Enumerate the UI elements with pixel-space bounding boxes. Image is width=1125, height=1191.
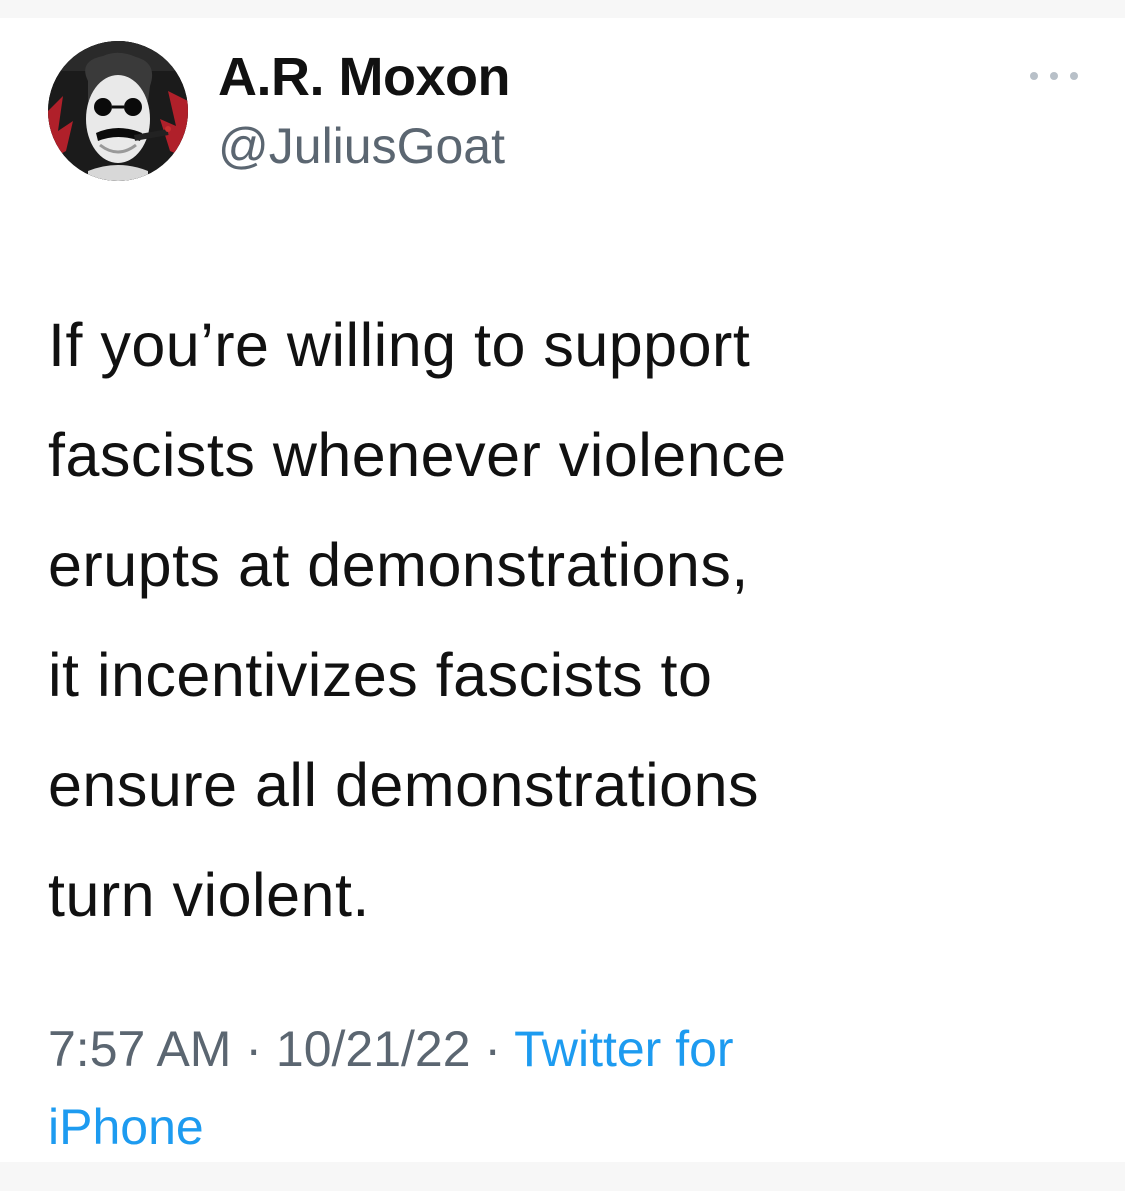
source-link-part1[interactable]: Twitter for <box>514 1021 733 1077</box>
display-name[interactable]: A.R. Moxon <box>218 46 510 108</box>
meta-separator: · <box>231 1021 276 1077</box>
tweet-meta: 7:57 AM · 10/21/22 · Twitter for iPhone <box>48 1010 1048 1166</box>
more-horizontal-icon[interactable] <box>1030 66 1078 86</box>
meta-separator: · <box>470 1021 515 1077</box>
tweet-text: If you’re willing to support fascists wh… <box>48 311 787 929</box>
tweet-time[interactable]: 7:57 AM <box>48 1021 231 1077</box>
tweet-date[interactable]: 10/21/22 <box>276 1021 471 1077</box>
user-handle[interactable]: @JuliusGoat <box>218 116 510 176</box>
bottom-edge <box>0 1162 1125 1191</box>
author-names: A.R. Moxon @JuliusGoat <box>218 46 510 176</box>
source-link-part2[interactable]: iPhone <box>48 1099 204 1155</box>
tweet-card: A.R. Moxon @JuliusGoat If you’re willing… <box>0 0 1125 1191</box>
tweet-header: A.R. Moxon @JuliusGoat <box>48 36 1078 186</box>
avatar[interactable] <box>48 41 188 181</box>
